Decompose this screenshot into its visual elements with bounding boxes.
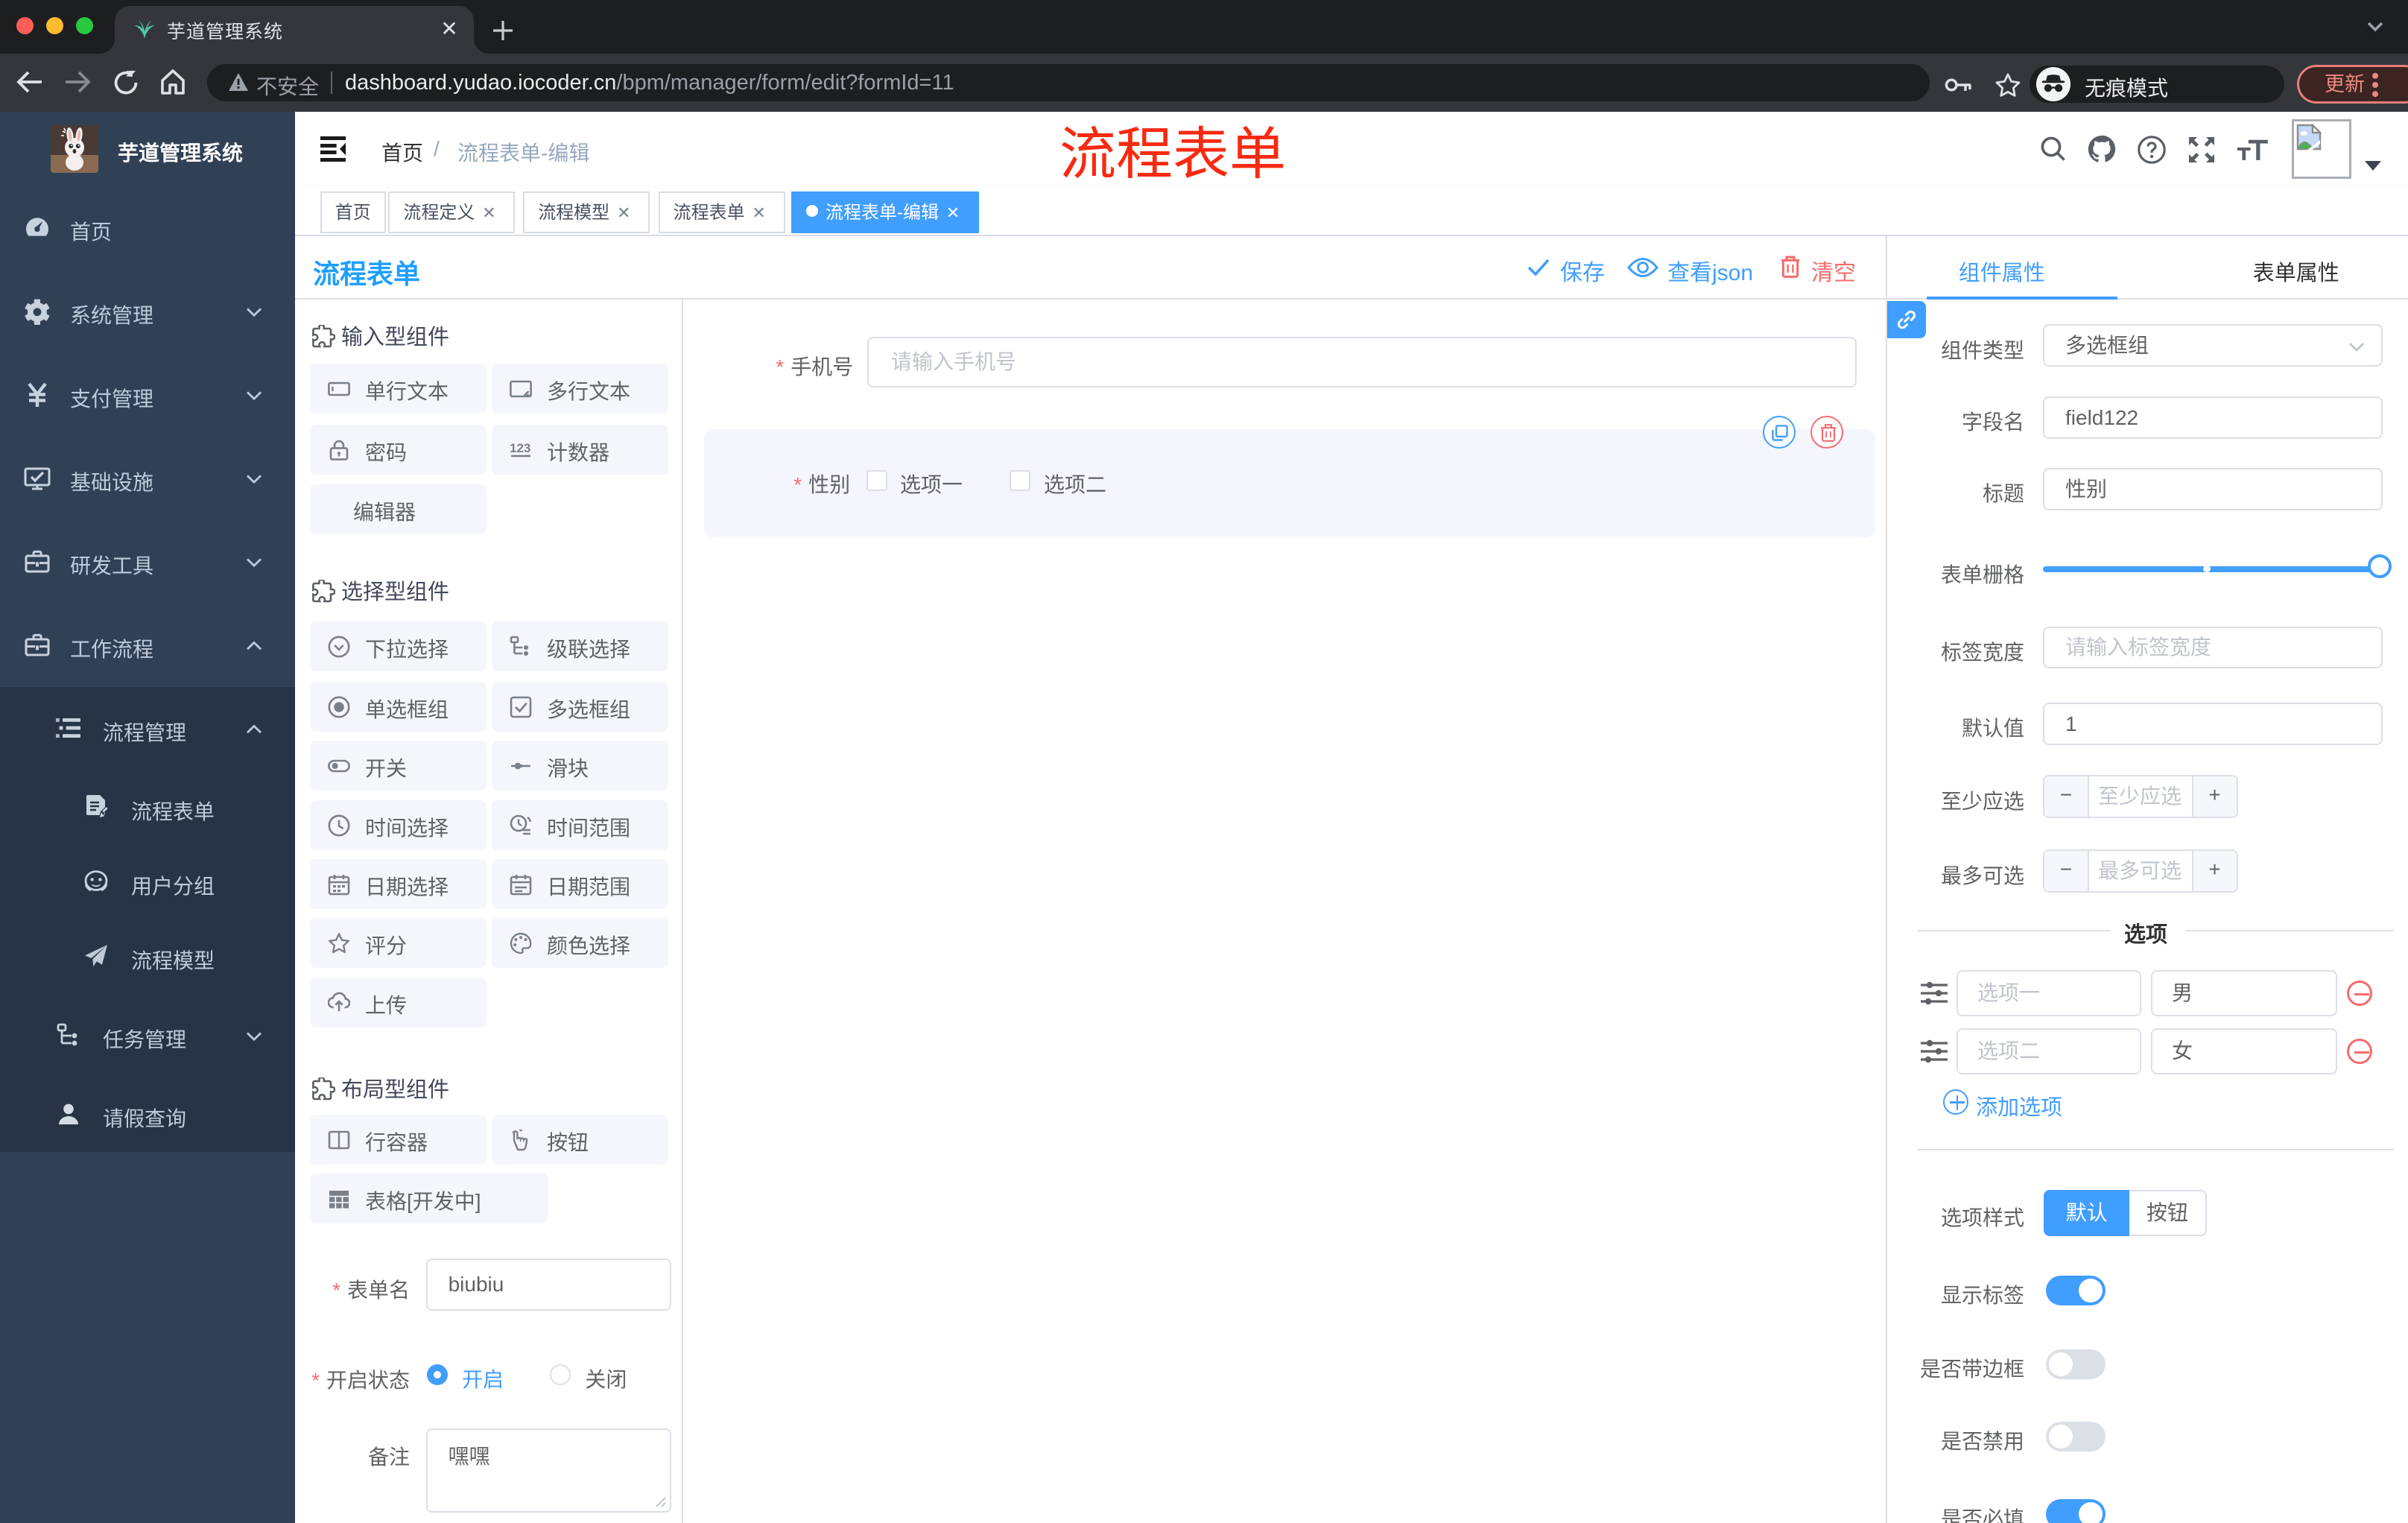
svg-text:123: 123 (510, 441, 530, 455)
